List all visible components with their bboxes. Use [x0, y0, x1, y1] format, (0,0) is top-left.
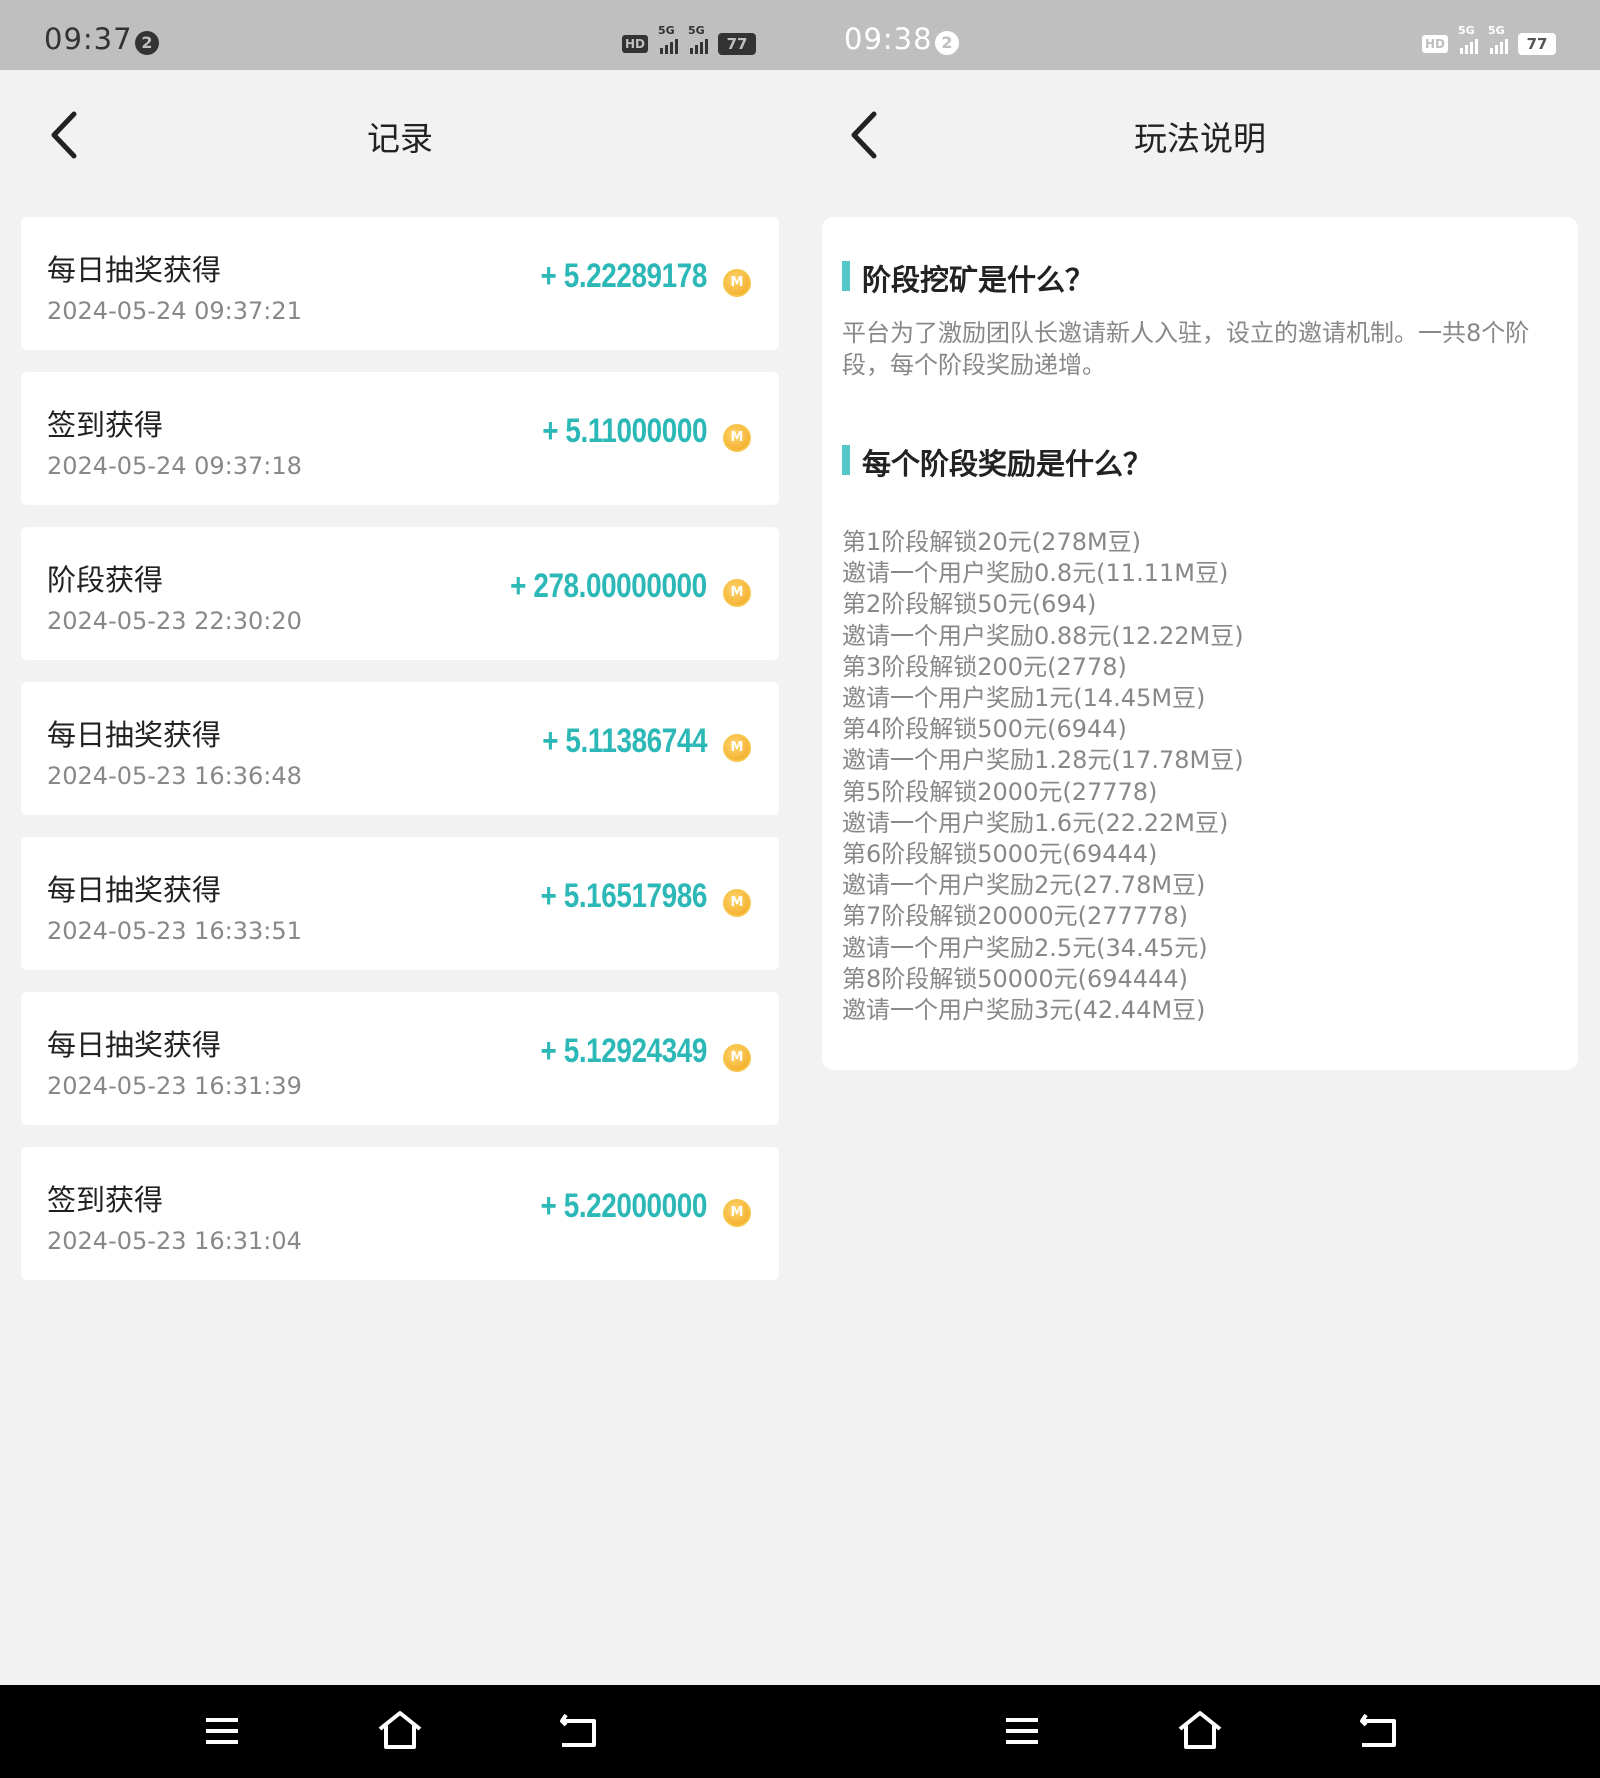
- page-header: 玩法说明: [800, 70, 1600, 200]
- rules-screen: 09:38 2 HD 5G 5G 77 玩法说明 阶段挖矿是什么？ 平台为了激励…: [800, 0, 1600, 1778]
- home-button[interactable]: [376, 1707, 424, 1755]
- return-icon: [560, 1713, 596, 1747]
- record-datetime: 2024-05-24 09:37:18: [47, 452, 302, 480]
- menu-button[interactable]: [998, 1707, 1046, 1755]
- record-amount: + 5.22000000: [540, 1187, 708, 1225]
- page-title: 记录: [367, 119, 433, 158]
- stage-line: 邀请一个用户奖励0.8元(11.11M豆): [842, 559, 1229, 588]
- records-list: 每日抽奖获得 2024-05-24 09:37:21 + 5.22289178 …: [21, 217, 779, 1302]
- record-row[interactable]: 阶段获得 2024-05-23 22:30:20 + 278.00000000 …: [21, 527, 779, 660]
- record-title: 每日抽奖获得: [47, 1028, 222, 1062]
- signal-icon: 5G: [688, 24, 708, 54]
- coin-icon: M: [723, 269, 751, 297]
- record-title: 签到获得: [47, 1183, 164, 1217]
- record-datetime: 2024-05-23 22:30:20: [47, 607, 302, 635]
- section-heading: 每个阶段奖励是什么？: [842, 441, 1152, 483]
- stage-line: 第5阶段解锁2000元(27778): [842, 777, 1158, 806]
- record-amount: + 5.11386744: [542, 722, 707, 760]
- stage-line: 第3阶段解锁200元(2778): [842, 652, 1127, 681]
- coin-icon: M: [723, 1199, 751, 1227]
- record-datetime: 2024-05-24 09:37:21: [47, 297, 302, 325]
- record-row[interactable]: 签到获得 2024-05-24 09:37:18 + 5.11000000 M: [21, 372, 779, 505]
- stage-reward-list: 第1阶段解锁20元(278M豆) 邀请一个用户奖励0.8元(11.11M豆) 第…: [842, 527, 1552, 1026]
- coin-icon: M: [723, 1044, 751, 1072]
- hd-icon: HD: [1421, 35, 1448, 53]
- status-time: 09:38: [844, 22, 933, 56]
- stage-line: 邀请一个用户奖励2.5元(34.45元): [842, 933, 1208, 962]
- record-title: 每日抽奖获得: [47, 873, 222, 907]
- status-time: 09:37: [44, 22, 133, 56]
- home-icon: [1178, 1711, 1222, 1749]
- status-bar: 09:38 2 HD 5G 5G 77: [800, 0, 1600, 70]
- coin-icon: M: [723, 734, 751, 762]
- menu-icon: [1006, 1718, 1038, 1744]
- system-indicators: HD 5G 5G 77: [621, 24, 756, 58]
- record-amount: + 5.12924349: [540, 1032, 708, 1070]
- record-title: 签到获得: [47, 408, 164, 442]
- stage-line: 邀请一个用户奖励2元(27.78M豆): [842, 871, 1206, 900]
- stage-line: 第6阶段解锁5000元(69444): [842, 840, 1158, 869]
- signal-icon: 5G: [658, 24, 678, 54]
- record-row[interactable]: 每日抽奖获得 2024-05-24 09:37:21 + 5.22289178 …: [21, 217, 779, 350]
- record-amount: + 5.11000000: [542, 412, 707, 450]
- coin-icon: M: [723, 889, 751, 917]
- notification-badge: 2: [935, 31, 959, 55]
- system-nav-bar: [0, 1685, 800, 1778]
- system-nav-bar: [800, 1685, 1600, 1778]
- return-button[interactable]: [1354, 1707, 1402, 1755]
- menu-button[interactable]: [198, 1707, 246, 1755]
- stage-line: 邀请一个用户奖励1.6元(22.22M豆): [842, 808, 1229, 837]
- system-indicators: HD 5G 5G 77: [1421, 24, 1556, 58]
- stage-line: 第4阶段解锁500元(6944): [842, 715, 1127, 744]
- record-title: 每日抽奖获得: [47, 718, 222, 752]
- hd-icon: HD: [621, 35, 648, 53]
- record-row[interactable]: 每日抽奖获得 2024-05-23 16:33:51 + 5.16517986 …: [21, 837, 779, 970]
- stage-line: 邀请一个用户奖励1.28元(17.78M豆): [842, 746, 1244, 775]
- coin-icon: M: [723, 424, 751, 452]
- record-title: 阶段获得: [47, 563, 164, 597]
- battery-icon: 77: [718, 33, 756, 55]
- record-datetime: 2024-05-23 16:36:48: [47, 762, 302, 790]
- record-title: 每日抽奖获得: [47, 253, 222, 287]
- signal-icon: 5G: [1488, 24, 1508, 54]
- signal-icon: 5G: [1458, 24, 1478, 54]
- record-row[interactable]: 每日抽奖获得 2024-05-23 16:36:48 + 5.11386744 …: [21, 682, 779, 815]
- coin-icon: M: [723, 579, 751, 607]
- notification-badge: 2: [135, 31, 159, 55]
- section-heading: 阶段挖矿是什么？: [842, 257, 1094, 299]
- page-title: 玩法说明: [1134, 119, 1266, 158]
- stage-line: 第8阶段解锁50000元(694444): [842, 964, 1188, 993]
- record-datetime: 2024-05-23 16:33:51: [47, 917, 302, 945]
- rules-card: 阶段挖矿是什么？ 平台为了激励团队长邀请新人入驻，设立的邀请机制。一共8个阶段，…: [822, 217, 1578, 1070]
- home-button[interactable]: [1176, 1707, 1224, 1755]
- stage-line: 第7阶段解锁20000元(277778): [842, 902, 1188, 931]
- record-row[interactable]: 每日抽奖获得 2024-05-23 16:31:39 + 5.12924349 …: [21, 992, 779, 1125]
- record-amount: + 5.16517986: [540, 877, 708, 915]
- page-header: 记录: [0, 70, 800, 200]
- record-datetime: 2024-05-23 16:31:04: [47, 1227, 302, 1255]
- stage-line: 邀请一个用户奖励1元(14.45M豆): [842, 684, 1206, 713]
- return-button[interactable]: [554, 1707, 602, 1755]
- stage-line: 邀请一个用户奖励0.88元(12.22M豆): [842, 621, 1244, 650]
- return-icon: [1360, 1713, 1396, 1747]
- stage-line: 第1阶段解锁20元(278M豆): [842, 528, 1142, 556]
- record-datetime: 2024-05-23 16:31:39: [47, 1072, 302, 1100]
- menu-icon: [206, 1718, 238, 1744]
- battery-icon: 77: [1518, 33, 1556, 55]
- section-body: 平台为了激励团队长邀请新人入驻，设立的邀请机制。一共8个阶段，每个阶段奖励递增。: [842, 319, 1530, 379]
- record-row[interactable]: 签到获得 2024-05-23 16:31:04 + 5.22000000 M: [21, 1147, 779, 1280]
- status-bar: 09:37 2 HD 5G 5G 77: [0, 0, 800, 70]
- stage-line: 邀请一个用户奖励3元(42.44M豆): [842, 996, 1206, 1025]
- home-icon: [378, 1711, 422, 1749]
- record-amount: + 5.22289178: [540, 257, 708, 295]
- records-screen: 09:37 2 HD 5G 5G 77 记录 每日抽奖获得 2024-05-24…: [0, 0, 800, 1778]
- record-amount: + 278.00000000: [510, 567, 707, 605]
- stage-line: 第2阶段解锁50元(694): [842, 590, 1097, 619]
